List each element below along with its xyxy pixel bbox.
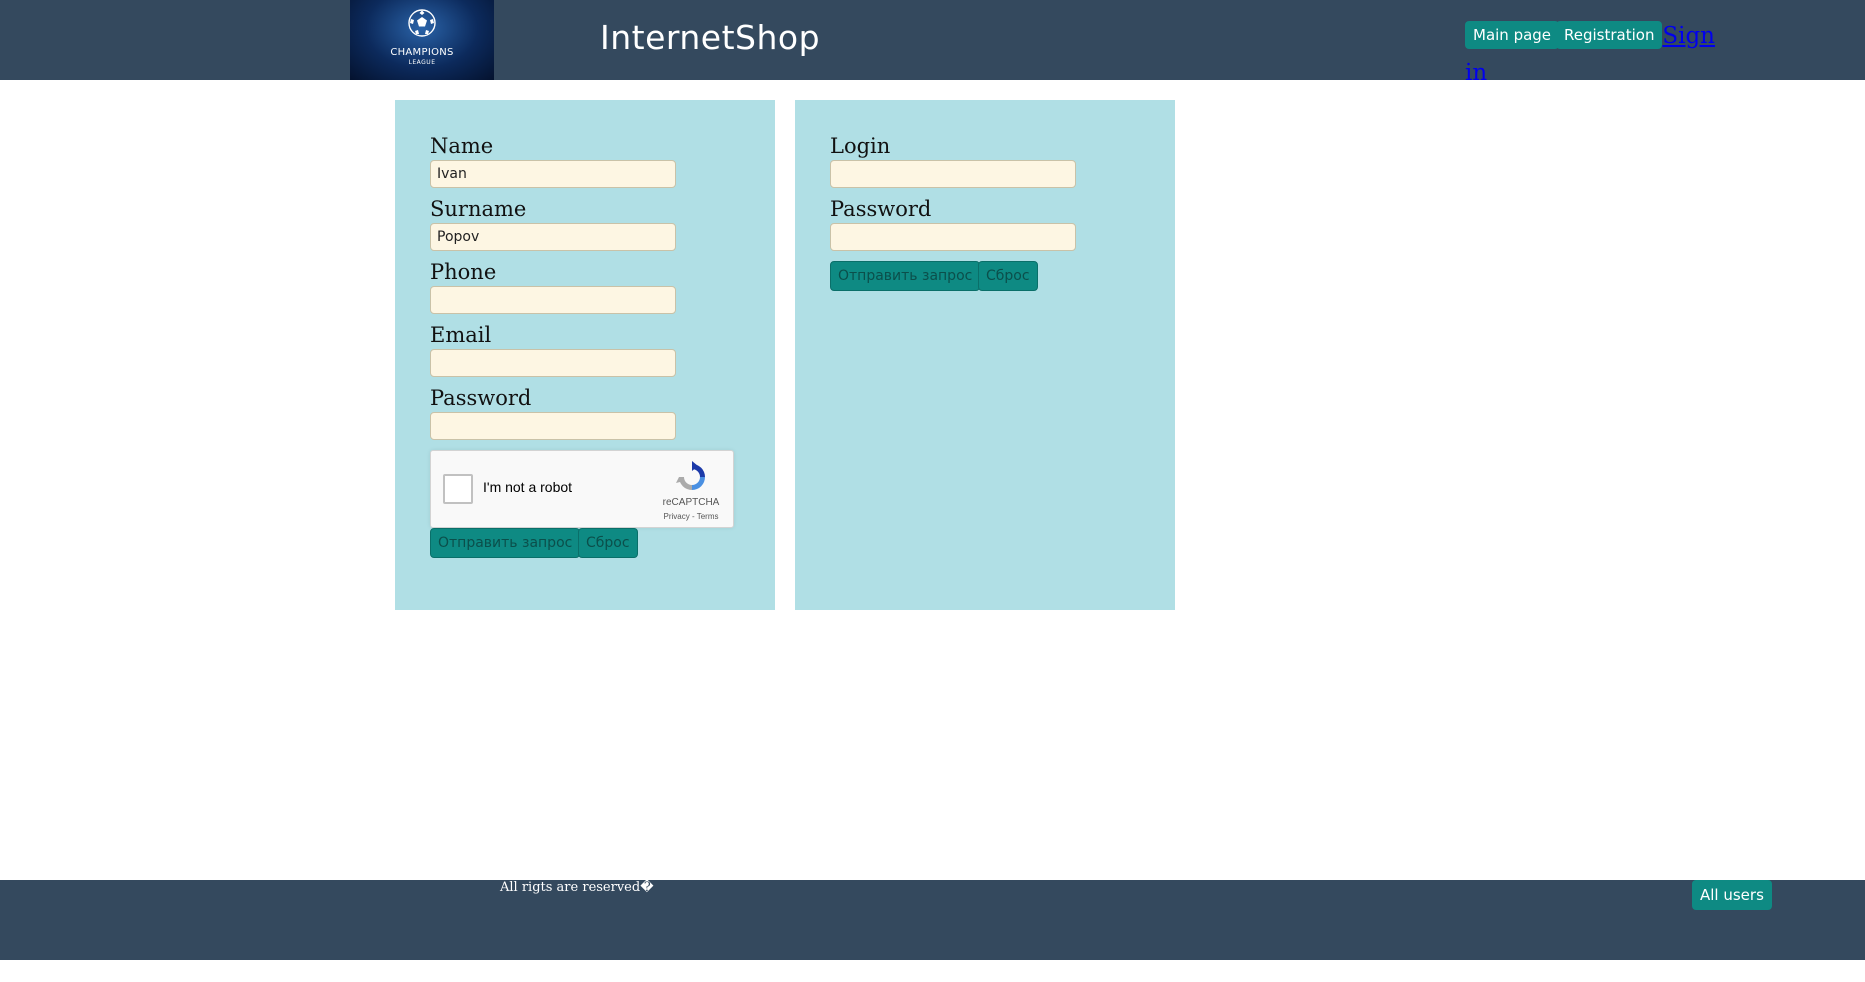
login-password-input[interactable] [830,223,1076,251]
phone-input[interactable] [430,286,676,314]
name-input[interactable] [430,160,676,188]
recaptcha-brand: reCAPTCHA [662,497,720,508]
login-password-label: Password [830,197,932,221]
recaptcha-icon [676,461,705,490]
site-title: InternetShop [600,18,821,57]
register-reset-button[interactable]: Сброс [578,528,638,558]
password-input[interactable] [430,412,676,440]
name-label: Name [430,134,494,158]
login-input[interactable] [830,160,1076,188]
login-label: Login [830,134,891,158]
champions-league-logo[interactable]: CHAMPIONS LEAGUE [350,0,494,80]
sign-in-link-line2[interactable]: in [1465,55,1487,92]
login-reset-button[interactable]: Сброс [978,261,1038,291]
registration-form: Name Surname Phone Email Password I'm no… [395,100,775,610]
logo-subtext: LEAGUE [408,59,436,66]
football-icon [408,9,436,37]
phone-label: Phone [430,260,497,284]
recaptcha-widget: I'm not a robot reCAPTCHA Privacy - Term… [430,450,734,528]
login-form: Login Password Отправить запрос Сброс [795,100,1175,610]
footer: All rigts are reserved� All users [0,880,1865,960]
password-label: Password [430,386,532,410]
recaptcha-checkbox[interactable] [443,474,473,504]
sign-in-link[interactable]: Sign in [1465,18,1715,86]
login-submit-button[interactable]: Отправить запрос [830,261,981,291]
copyright-text: All rigts are reserved� [500,880,654,895]
email-input[interactable] [430,349,676,377]
header: CHAMPIONS LEAGUE InternetShop Main page … [0,0,1865,86]
all-users-button[interactable]: All users [1692,880,1772,910]
logo-text: CHAMPIONS [390,47,454,58]
email-label: Email [430,323,492,347]
recaptcha-label: I'm not a robot [483,479,573,495]
surname-label: Surname [430,197,527,221]
recaptcha-privacy-terms[interactable]: Privacy - Terms [651,512,731,521]
sign-in-link-line1[interactable]: Sign [1662,23,1715,49]
register-submit-button[interactable]: Отправить запрос [430,528,581,558]
surname-input[interactable] [430,223,676,251]
